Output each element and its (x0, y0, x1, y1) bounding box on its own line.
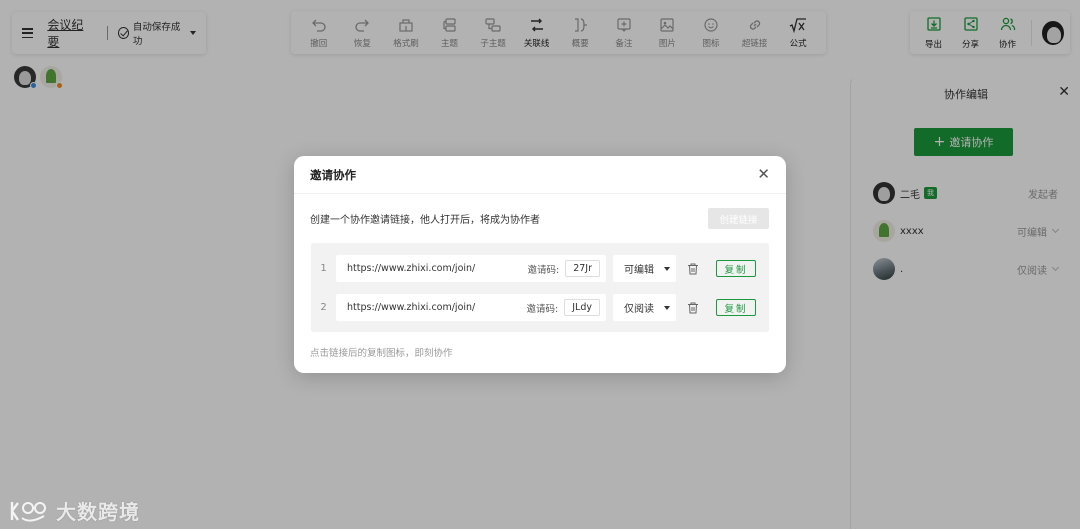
create-link-button[interactable]: 创建链接 (708, 208, 769, 229)
invite-link-row: 2 https://www.zhixi.com/join/ 邀请码: JLdy … (311, 294, 769, 321)
watermark: 大数跨境 (8, 496, 140, 525)
invite-code: JLdy (564, 299, 600, 316)
copy-button[interactable]: 复制 (716, 299, 756, 316)
dialog-header: 邀请协作 ✕ (294, 156, 786, 194)
permission-select[interactable]: 可编辑 (613, 255, 676, 282)
caret-down-icon (664, 305, 670, 310)
invite-code-label: 邀请码: (526, 303, 559, 315)
watermark-logo-icon (8, 498, 50, 524)
close-icon[interactable]: ✕ (757, 167, 770, 182)
permission-select[interactable]: 仅阅读 (613, 294, 676, 321)
invite-link-row: 1 https://www.zhixi.com/join/ 邀请码: 27Jr … (311, 255, 769, 282)
invite-links-list: 1 https://www.zhixi.com/join/ 邀请码: 27Jr … (311, 243, 769, 332)
invite-url: https://www.zhixi.com/join/ (347, 302, 476, 313)
invite-code-label: 邀请码: (527, 264, 560, 276)
invite-url: https://www.zhixi.com/join/ (347, 263, 476, 274)
watermark-text: 大数跨境 (56, 500, 140, 524)
row-index: 2 (320, 302, 327, 313)
copy-button[interactable]: 复制 (716, 260, 756, 277)
dialog-hint: 点击链接后的复制图标，即刻协作 (310, 348, 453, 359)
dialog-description: 创建一个协作邀请链接，他人打开后，将成为协作者 (310, 215, 540, 226)
invite-code: 27Jr (565, 260, 600, 277)
caret-down-icon (664, 266, 670, 271)
trash-icon[interactable] (686, 301, 700, 315)
invite-link-field[interactable]: https://www.zhixi.com/join/ 邀请码: 27Jr (336, 255, 606, 282)
trash-icon[interactable] (686, 262, 700, 276)
row-index: 1 (320, 263, 327, 274)
invite-link-field[interactable]: https://www.zhixi.com/join/ 邀请码: JLdy (336, 294, 606, 321)
dialog-title: 邀请协作 (310, 167, 356, 182)
invite-dialog: 邀请协作 ✕ 创建一个协作邀请链接，他人打开后，将成为协作者 创建链接 1 ht… (294, 156, 786, 373)
